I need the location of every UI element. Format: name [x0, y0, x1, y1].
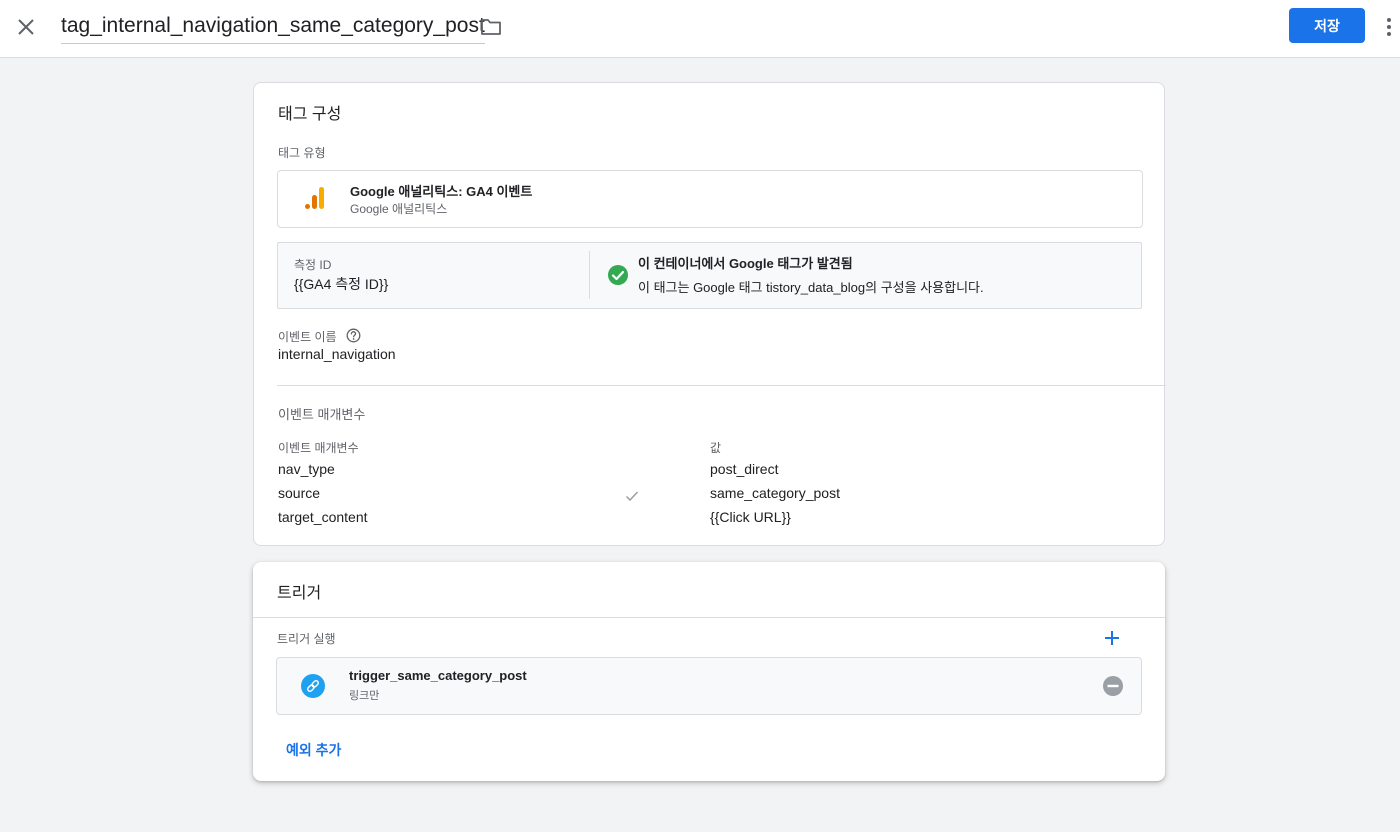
measure-divider: [589, 251, 590, 299]
google-tag-found-title: 이 컨테이너에서 Google 태그가 발견됨: [638, 256, 853, 271]
param-name: nav_type: [278, 461, 335, 477]
trigger-name: trigger_same_category_post: [349, 668, 527, 683]
top-bar: tag_internal_navigation_same_category_po…: [0, 0, 1400, 58]
event-params-section-title: 이벤트 매개변수: [278, 407, 366, 422]
params-col-name-header: 이벤트 매개변수: [278, 441, 359, 455]
add-exception-link[interactable]: 예외 추가: [286, 740, 341, 760]
add-icon[interactable]: [1103, 629, 1121, 652]
more-options-icon[interactable]: [1382, 12, 1396, 42]
tag-type-selector[interactable]: Google 애널리틱스: GA4 이벤트 Google 애널리틱스: [277, 170, 1143, 228]
section-divider: [277, 385, 1166, 386]
google-tag-found-desc: 이 태그는 Google 태그 tistory_data_blog의 구성을 사…: [638, 280, 984, 295]
trigger-card: 트리거 트리거 실행 trigger_same_category_post 링크…: [253, 562, 1165, 781]
trigger-title: 트리거: [277, 585, 322, 602]
measurement-id-value[interactable]: {{GA4 측정 ID}}: [294, 274, 388, 294]
close-icon[interactable]: [12, 13, 40, 41]
measurement-id-label: 측정 ID: [294, 258, 332, 272]
firing-triggers-label: 트리거 실행: [277, 632, 336, 646]
trigger-item[interactable]: trigger_same_category_post 링크만: [276, 657, 1142, 715]
tag-config-card: 태그 구성 태그 유형 Google 애널리틱스: GA4 이벤트 Google…: [253, 82, 1166, 546]
trigger-type: 링크만: [349, 690, 380, 702]
event-name-value[interactable]: internal_navigation: [278, 346, 396, 362]
check-circle-icon: [607, 264, 629, 291]
param-name: source: [278, 485, 321, 501]
ga-analytics-icon: [304, 186, 326, 215]
folder-icon[interactable]: [478, 14, 504, 40]
event-name-label: 이벤트 이름: [278, 330, 337, 344]
tag-type-name: Google 애널리틱스: GA4 이벤트: [350, 184, 533, 199]
save-button[interactable]: 저장: [1289, 8, 1365, 43]
param-value: post_direct: [710, 461, 779, 477]
link-icon: [301, 674, 325, 703]
param-value: {{Click URL}}: [710, 509, 791, 525]
params-col-value-header: 값: [710, 441, 722, 455]
param-name: target_content: [278, 509, 368, 525]
measurement-id-box: 측정 ID {{GA4 측정 ID}} 이 컨테이너에서 Google 태그가 …: [277, 242, 1142, 309]
trigger-header-divider: [253, 617, 1165, 618]
checkmark-icon: [625, 489, 639, 507]
tag-type-vendor: Google 애널리틱스: [350, 202, 448, 216]
remove-icon[interactable]: [1103, 676, 1123, 701]
help-icon[interactable]: [346, 328, 361, 348]
tag-type-label: 태그 유형: [278, 146, 326, 160]
tag-name-input[interactable]: tag_internal_navigation_same_category_po…: [61, 12, 485, 44]
tag-config-title: 태그 구성: [278, 106, 342, 123]
param-value: same_category_post: [710, 485, 840, 501]
